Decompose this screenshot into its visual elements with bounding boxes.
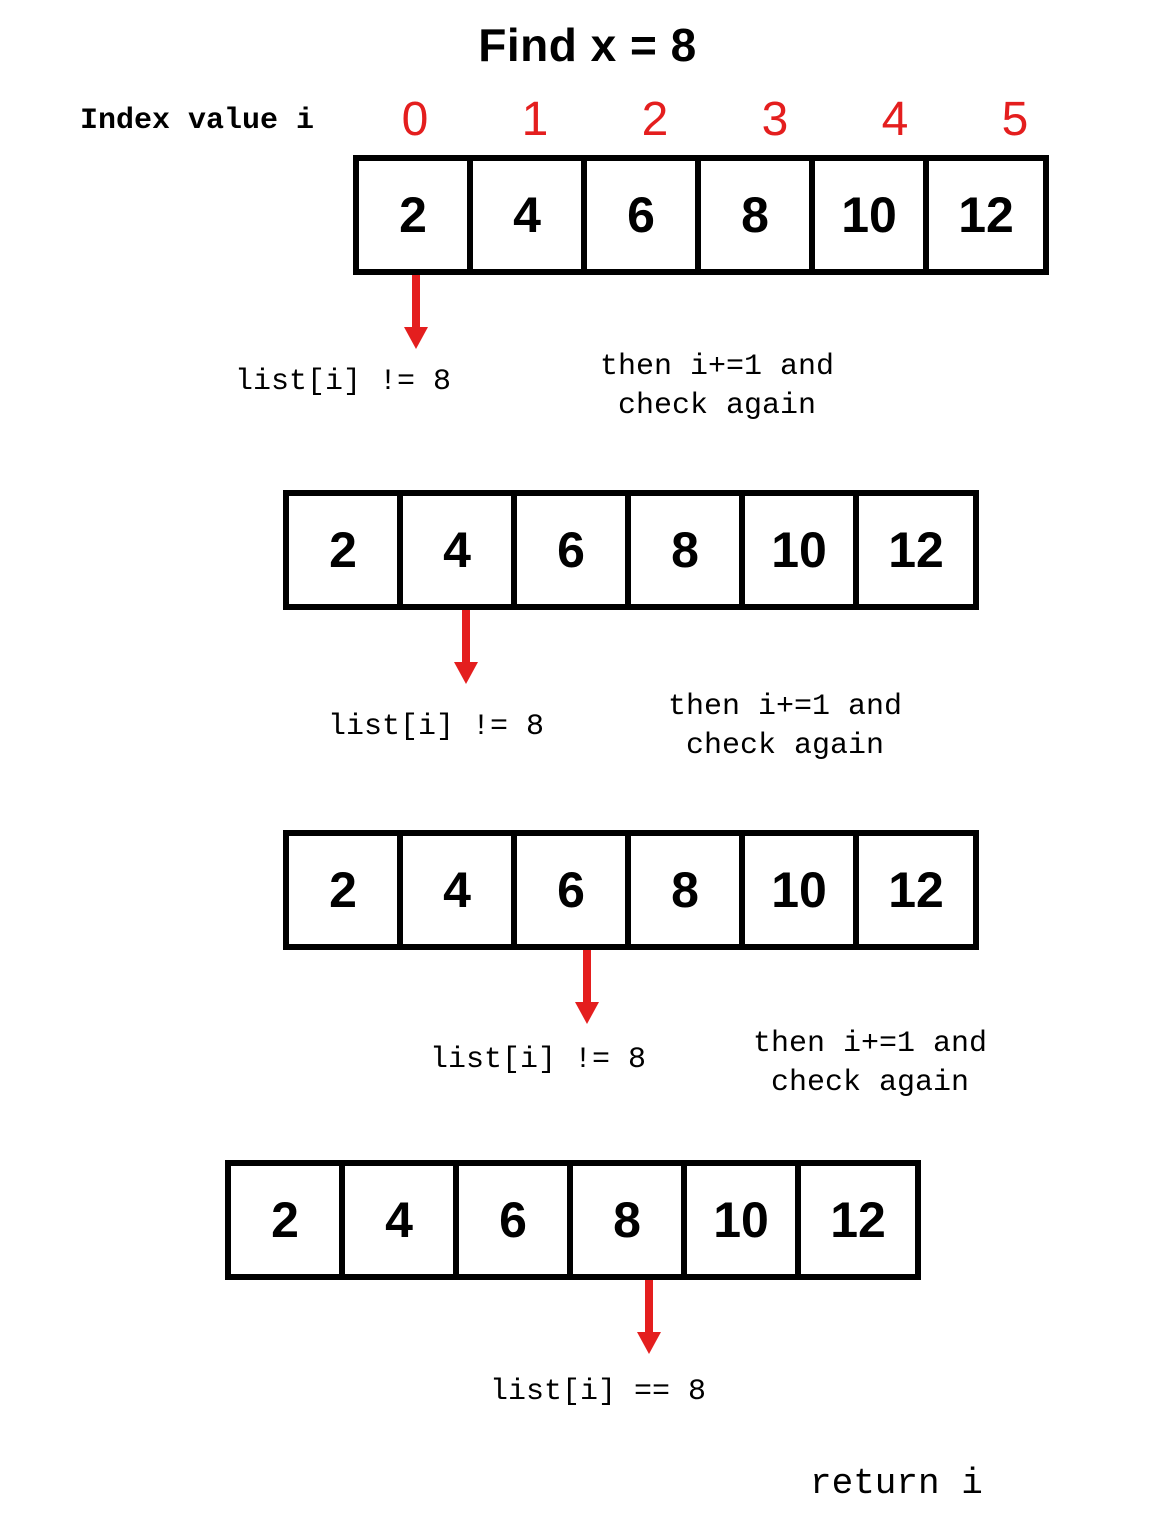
diagram-page: Find x = 8 Index value i 0 1 2 3 4 5 2 4… xyxy=(0,0,1175,1536)
index-num: 4 xyxy=(835,92,955,147)
array-cell: 4 xyxy=(473,161,587,269)
page-title: Find x = 8 xyxy=(0,18,1175,72)
index-num: 2 xyxy=(595,92,715,147)
array-cell: 4 xyxy=(403,496,517,604)
array-cell: 10 xyxy=(745,836,859,944)
array-cell: 8 xyxy=(631,496,745,604)
array-cell: 12 xyxy=(859,836,973,944)
arrow-down-icon xyxy=(402,275,430,349)
check-code-4: list[i] == 8 xyxy=(490,1375,706,1409)
index-num: 0 xyxy=(355,92,475,147)
array-step-2: 2 4 6 8 10 12 xyxy=(283,490,979,610)
array-cell: 4 xyxy=(403,836,517,944)
arrow-down-icon xyxy=(635,1280,663,1354)
arrow-down-icon xyxy=(452,610,480,684)
array-cell: 6 xyxy=(587,161,701,269)
array-cell: 8 xyxy=(701,161,815,269)
array-cell: 10 xyxy=(815,161,929,269)
array-cell: 10 xyxy=(745,496,859,604)
array-step-4: 2 4 6 8 10 12 xyxy=(225,1160,921,1280)
check-code-2: list[i] != 8 xyxy=(328,710,544,744)
check-code-3: list[i] != 8 xyxy=(430,1043,646,1077)
array-step-3: 2 4 6 8 10 12 xyxy=(283,830,979,950)
check-code-1: list[i] != 8 xyxy=(235,365,451,399)
array-cell: 12 xyxy=(929,161,1043,269)
array-cell: 12 xyxy=(859,496,973,604)
array-cell: 8 xyxy=(573,1166,687,1274)
index-label: Index value i xyxy=(80,104,314,138)
array-cell: 2 xyxy=(289,836,403,944)
array-cell: 10 xyxy=(687,1166,801,1274)
array-cell: 6 xyxy=(459,1166,573,1274)
action-code-2: then i+=1 and check again xyxy=(668,688,902,766)
index-numbers: 0 1 2 3 4 5 xyxy=(355,92,1075,147)
action-code-3: then i+=1 and check again xyxy=(753,1025,987,1103)
array-cell: 4 xyxy=(345,1166,459,1274)
action-code-1: then i+=1 and check again xyxy=(600,348,834,426)
array-cell: 6 xyxy=(517,836,631,944)
array-step-1: 2 4 6 8 10 12 xyxy=(353,155,1049,275)
array-cell: 8 xyxy=(631,836,745,944)
result-code: return i xyxy=(810,1463,983,1504)
array-cell: 2 xyxy=(289,496,403,604)
index-num: 1 xyxy=(475,92,595,147)
array-cell: 2 xyxy=(231,1166,345,1274)
index-num: 5 xyxy=(955,92,1075,147)
index-num: 3 xyxy=(715,92,835,147)
array-cell: 2 xyxy=(359,161,473,269)
array-cell: 12 xyxy=(801,1166,915,1274)
arrow-down-icon xyxy=(573,950,601,1024)
array-cell: 6 xyxy=(517,496,631,604)
